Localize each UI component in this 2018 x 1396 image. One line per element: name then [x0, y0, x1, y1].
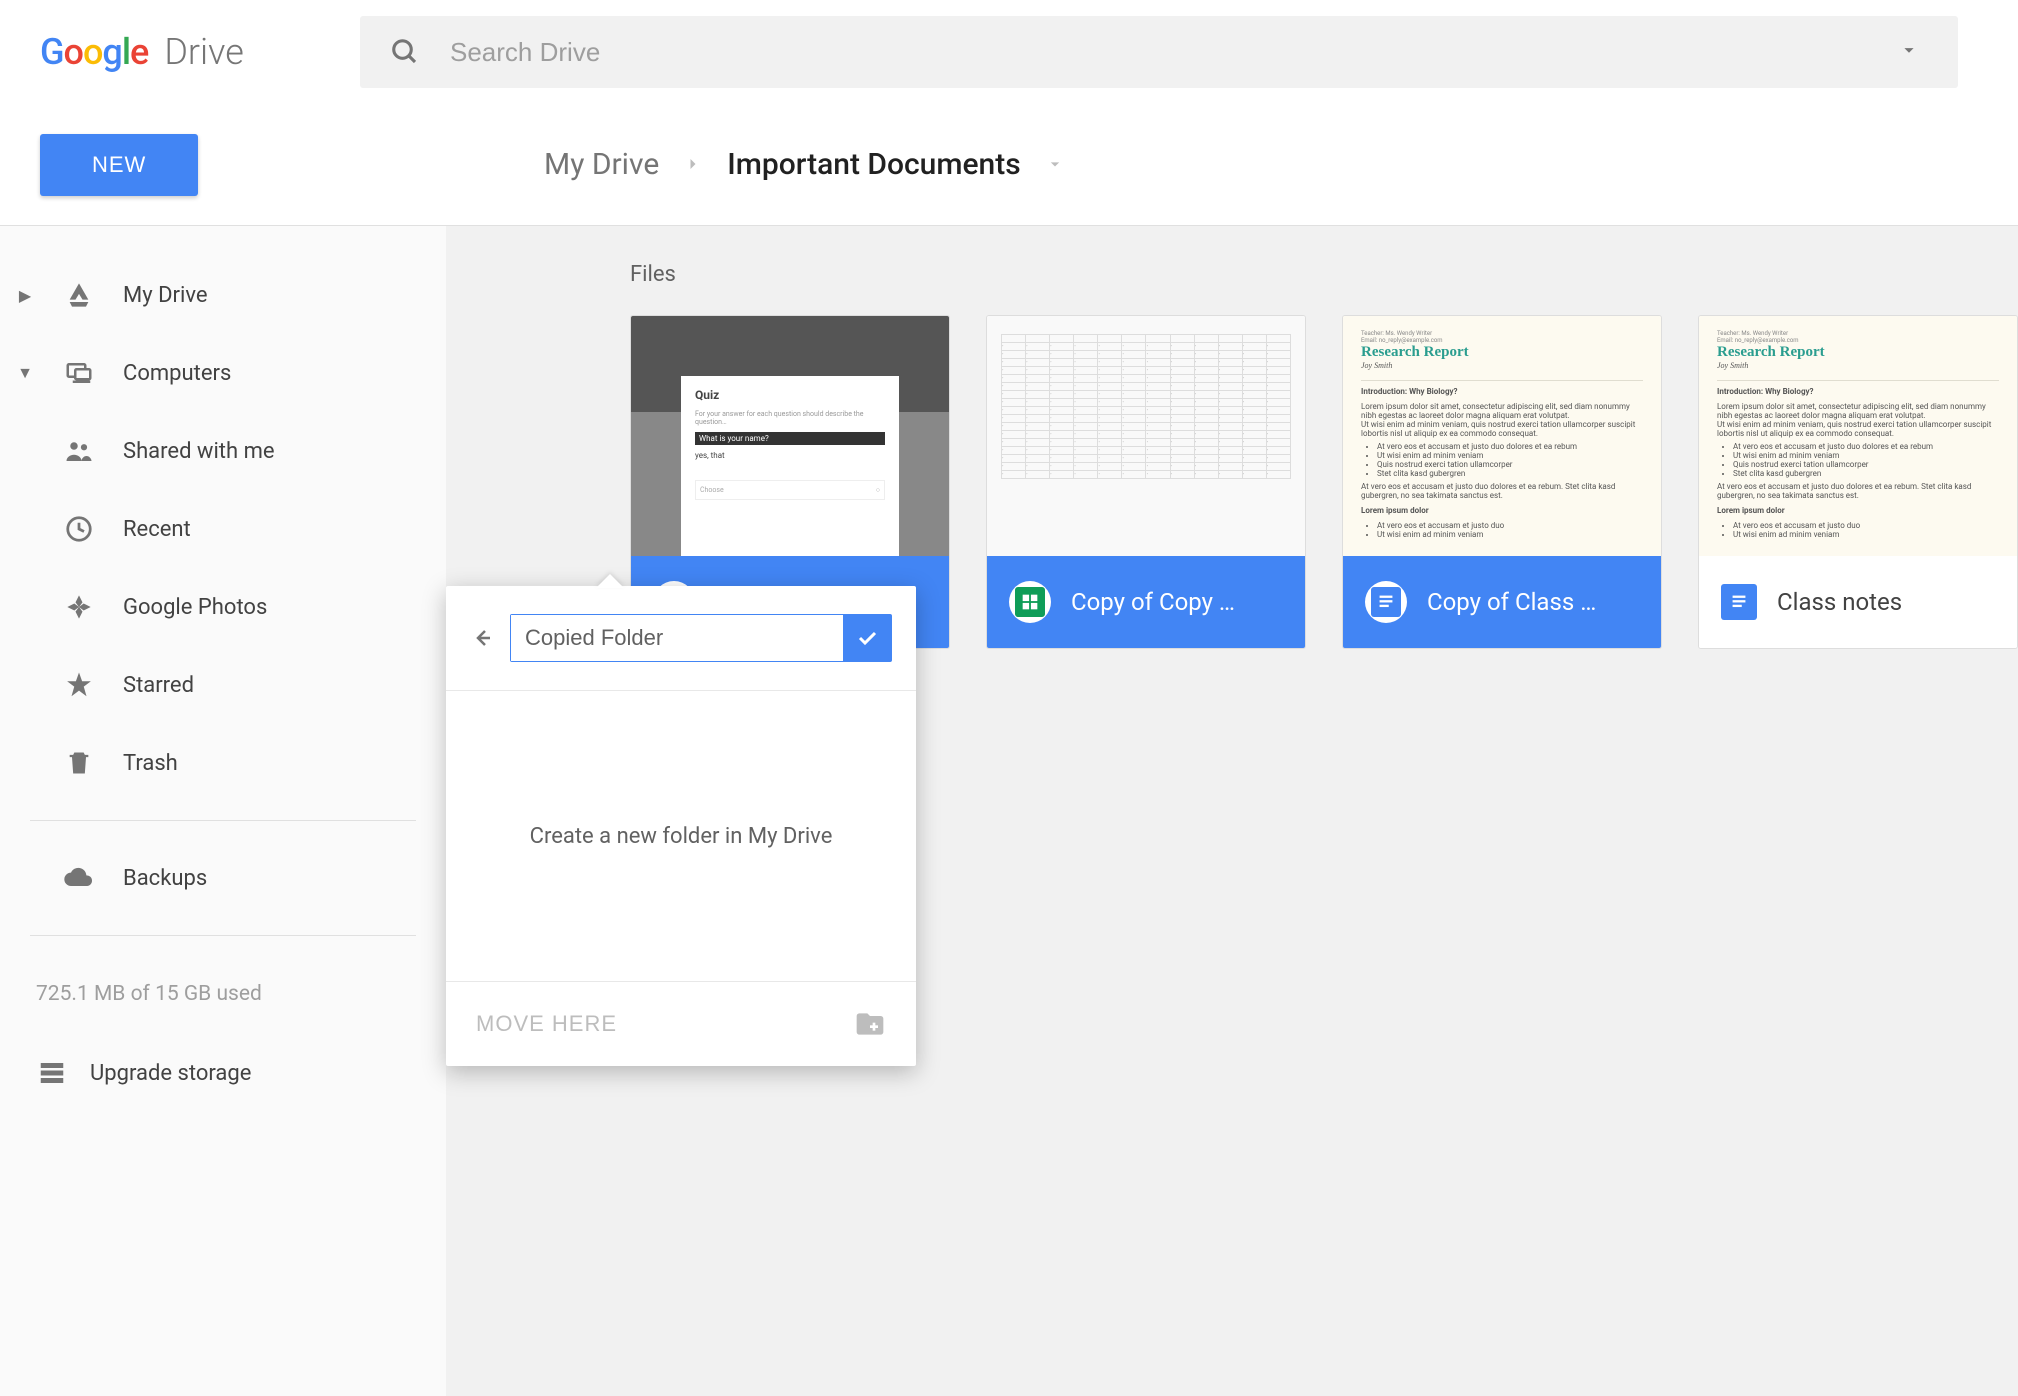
top-bar: Google Drive — [0, 0, 2018, 104]
chevron-right-icon — [683, 147, 703, 182]
sidebar-item-starred[interactable]: Starred — [0, 646, 446, 724]
drive-icon — [63, 279, 95, 311]
sidebar-item-photos[interactable]: Google Photos — [0, 568, 446, 646]
drive-wordmark: Drive — [164, 31, 244, 73]
cloud-icon — [63, 862, 95, 894]
sidebar-item-label: My Drive — [123, 283, 208, 308]
upgrade-label: Upgrade storage — [90, 1061, 251, 1086]
sidebar-item-backups[interactable]: Backups — [0, 839, 446, 917]
search-options-caret[interactable] — [1898, 39, 1958, 65]
sidebar-item-recent[interactable]: Recent — [0, 490, 446, 568]
sidebar-item-trash[interactable]: Trash — [0, 724, 446, 802]
file-thumbnail: Teacher: Ms. Wendy WriterEmail: no_reply… — [1699, 316, 2017, 556]
confirm-folder-button[interactable] — [843, 615, 891, 661]
shared-icon — [63, 435, 95, 467]
search-icon[interactable] — [360, 37, 450, 67]
expand-caret-icon[interactable]: ▶ — [15, 286, 35, 305]
google-logo: Google — [40, 31, 148, 73]
popover-body-text: Create a new folder in My Drive — [446, 691, 916, 981]
sidebar-item-my-drive[interactable]: ▶ My Drive — [0, 256, 446, 334]
file-card[interactable]: ········································… — [986, 315, 1306, 649]
storage-usage-text: 725.1 MB of 15 GB used — [0, 954, 446, 1034]
logo[interactable]: Google Drive — [0, 31, 360, 73]
sidebar-item-label: Computers — [123, 361, 231, 386]
content-area: Files QuizFor your answer for each quest… — [446, 226, 2018, 1396]
search-bar — [360, 16, 2018, 88]
search-input[interactable] — [450, 37, 1898, 68]
sidebar-item-label: Google Photos — [123, 595, 267, 620]
file-thumbnail: ········································… — [987, 316, 1305, 556]
file-name: Copy of Copy … — [1071, 588, 1235, 616]
file-thumbnail: Teacher: Ms. Wendy WriterEmail: no_reply… — [1343, 316, 1661, 556]
file-thumbnail: QuizFor your answer for each question sh… — [631, 316, 949, 556]
new-button[interactable]: NEW — [40, 134, 198, 196]
computers-icon — [63, 357, 95, 389]
sidebar-item-label: Starred — [123, 673, 194, 698]
sidebar-item-computers[interactable]: ▼ Computers — [0, 334, 446, 412]
storage-icon — [36, 1057, 68, 1089]
breadcrumb-root[interactable]: My Drive — [544, 147, 659, 182]
sub-header: NEW My Drive Important Documents — [0, 104, 2018, 226]
upgrade-storage[interactable]: Upgrade storage — [0, 1034, 446, 1112]
chevron-down-icon[interactable] — [1045, 147, 1065, 182]
breadcrumb-current[interactable]: Important Documents — [727, 147, 1020, 182]
move-here-button[interactable]: MOVE HERE — [476, 1011, 617, 1037]
section-label: Files — [630, 262, 2018, 287]
collapse-caret-icon[interactable]: ▼ — [15, 363, 35, 383]
file-card[interactable]: Teacher: Ms. Wendy WriterEmail: no_reply… — [1698, 315, 2018, 649]
back-arrow-icon[interactable] — [470, 626, 494, 650]
recent-icon — [63, 513, 95, 545]
new-folder-icon[interactable] — [854, 1008, 886, 1040]
trash-icon — [63, 747, 95, 779]
sidebar-item-label: Recent — [123, 517, 191, 542]
sidebar-item-label: Shared with me — [123, 439, 275, 464]
sidebar-item-label: Trash — [123, 751, 178, 776]
new-folder-name-input[interactable] — [511, 615, 843, 661]
doc-icon — [1721, 584, 1757, 620]
sidebar-item-label: Backups — [123, 866, 207, 891]
file-card[interactable]: Teacher: Ms. Wendy WriterEmail: no_reply… — [1342, 315, 1662, 649]
sidebar: ▶ My Drive ▼ Computers Shared with me — [0, 226, 446, 1396]
photos-icon — [63, 591, 95, 623]
breadcrumb: My Drive Important Documents — [360, 104, 2018, 225]
sidebar-item-shared[interactable]: Shared with me — [0, 412, 446, 490]
sheet-icon — [1009, 581, 1051, 623]
doc-icon — [1365, 581, 1407, 623]
file-name: Copy of Class … — [1427, 588, 1596, 616]
move-popover: Create a new folder in My Drive MOVE HER… — [446, 586, 916, 1066]
star-icon — [63, 669, 95, 701]
file-name: Class notes — [1777, 588, 1902, 616]
